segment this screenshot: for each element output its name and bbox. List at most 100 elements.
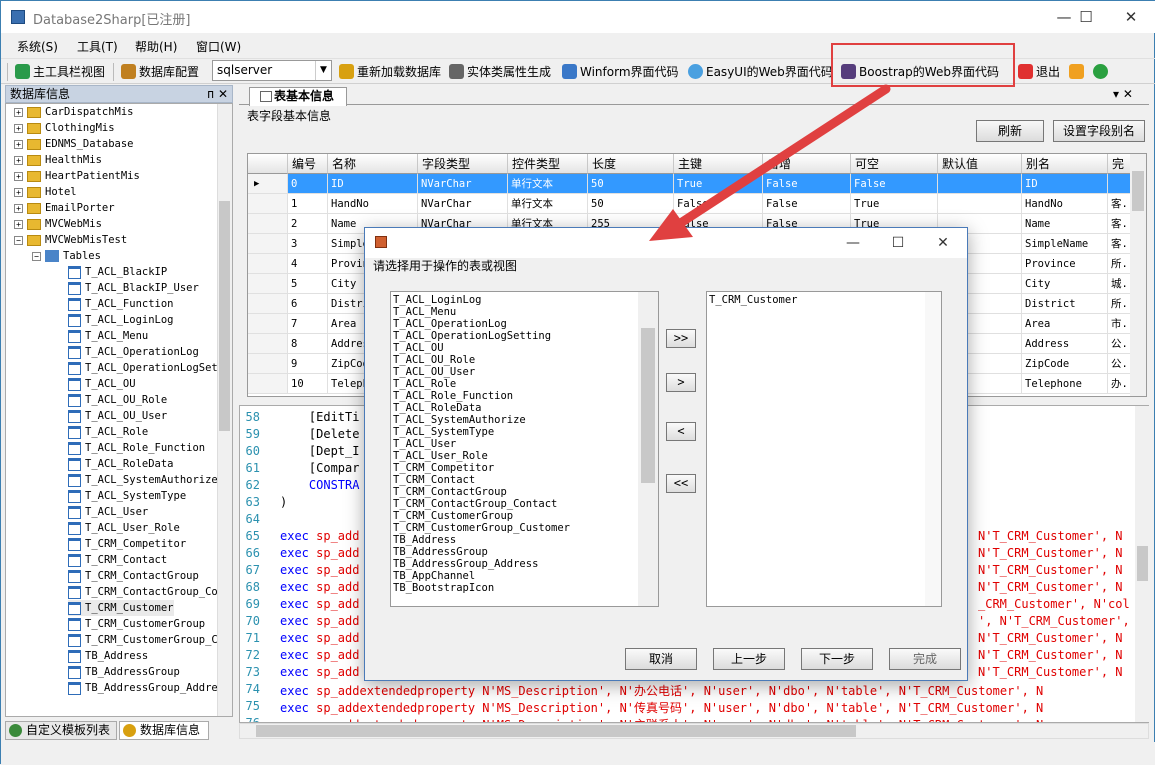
grid-cell[interactable]: Address — [1022, 334, 1108, 354]
list-item[interactable]: TB_AppChannel — [393, 570, 475, 582]
list-item[interactable]: T_CRM_Customer — [709, 294, 798, 306]
tree-table-node[interactable]: T_ACL_Role — [68, 424, 148, 440]
grid-column-header[interactable]: 主键 — [674, 154, 763, 174]
tree-db-node[interactable]: + Hotel — [14, 184, 77, 200]
dialog-close-button[interactable]: ✕ — [923, 232, 963, 254]
menu-tools[interactable]: 工具(T) — [77, 38, 118, 55]
dialog-minimize-button[interactable]: — — [833, 232, 873, 254]
move-right-button[interactable]: > — [666, 373, 696, 392]
list-item[interactable]: T_ACL_Role_Function — [393, 390, 513, 402]
grid-cell[interactable]: District — [1022, 294, 1108, 314]
grid-cell[interactable]: Telephone — [1022, 374, 1108, 394]
grid-cell[interactable]: False — [674, 194, 763, 214]
selected-tables-list[interactable]: T_CRM_Customer — [706, 291, 942, 607]
grid-row-header[interactable] — [248, 274, 288, 294]
grid-cell[interactable]: 5 — [288, 274, 328, 294]
list-item[interactable]: T_ACL_LoginLog — [393, 294, 482, 306]
grid-column-header[interactable]: 默认值 — [938, 154, 1022, 174]
tree-table-node[interactable]: T_ACL_BlackIP — [68, 264, 167, 280]
list-item[interactable]: T_CRM_CustomerGroup_Customer — [393, 522, 570, 534]
tree-table-node[interactable]: T_ACL_OU_Role — [68, 392, 167, 408]
list-item[interactable]: T_ACL_OU_Role — [393, 354, 475, 366]
panel-close-icon[interactable]: ✕ — [218, 86, 228, 102]
list-item[interactable]: T_ACL_SystemAuthorize — [393, 414, 526, 426]
grid-column-header[interactable]: 编号 — [288, 154, 328, 174]
grid-column-header[interactable]: 名称 — [328, 154, 418, 174]
tree-db-node[interactable]: + EDNMS_Database — [14, 136, 134, 152]
tree-table-node[interactable]: T_ACL_Role_Function — [68, 440, 205, 456]
tab-database-info[interactable]: 数据库信息 — [119, 721, 209, 740]
finish-button[interactable]: 完成 — [889, 648, 961, 670]
tree-db-node[interactable]: − MVCWebMisTest — [14, 232, 127, 248]
grid-cell[interactable]: NVarChar — [418, 194, 508, 214]
grid-cell[interactable]: HandNo — [1022, 194, 1108, 214]
list-item[interactable]: T_ACL_OperationLogSetting — [393, 330, 551, 342]
grid-cell[interactable] — [938, 174, 1022, 194]
list-item[interactable]: TB_AddressGroup — [393, 546, 488, 558]
grid-column-header[interactable]: 长度 — [588, 154, 674, 174]
list-item[interactable]: TB_Address — [393, 534, 456, 546]
tree-table-node[interactable]: T_ACL_OU — [68, 376, 136, 392]
db-type-select[interactable]: sqlserver ▼ — [212, 60, 332, 81]
menu-help[interactable]: 帮助(H) — [135, 38, 177, 55]
grid-row-header[interactable] — [248, 354, 288, 374]
grid-row-header[interactable] — [248, 294, 288, 314]
expander-icon[interactable]: + — [14, 107, 23, 117]
list-item[interactable]: T_CRM_CustomerGroup — [393, 510, 513, 522]
expander-icon[interactable]: − — [32, 251, 41, 261]
tree-scrollbar-thumb[interactable] — [219, 201, 230, 431]
tree-table-node[interactable]: T_ACL_BlackIP_User — [68, 280, 199, 296]
grid-row-header[interactable] — [248, 374, 288, 394]
list-item[interactable]: T_ACL_Menu — [393, 306, 456, 318]
tree-table-node[interactable]: T_ACL_RoleData — [68, 456, 174, 472]
grid-cell[interactable]: 50 — [588, 194, 674, 214]
grid-cell[interactable]: 50 — [588, 174, 674, 194]
list-item[interactable]: T_CRM_Competitor — [393, 462, 494, 474]
grid-cell[interactable]: 1 — [288, 194, 328, 214]
grid-cell[interactable]: ID — [1022, 174, 1108, 194]
tab-custom-templates[interactable]: 自定义模板列表 — [5, 721, 117, 740]
expander-icon[interactable]: − — [14, 235, 23, 245]
tree-table-node[interactable]: T_ACL_OperationLog — [68, 344, 199, 360]
grid-cell[interactable]: 0 — [288, 174, 328, 194]
tree-table-node[interactable]: T_ACL_User — [68, 504, 148, 520]
available-tables-list[interactable]: T_ACL_LoginLog T_ACL_Menu T_ACL_OperationL… — [390, 291, 659, 607]
home-button[interactable] — [1069, 62, 1085, 82]
grid-cell[interactable]: City — [1022, 274, 1108, 294]
expander-icon[interactable]: + — [14, 155, 23, 165]
grid-row-header[interactable] — [248, 234, 288, 254]
code-vscrollbar-thumb[interactable] — [1137, 546, 1148, 581]
maximize-button[interactable]: ☐ — [1063, 1, 1109, 33]
tree-table-node[interactable]: T_CRM_ContactGroup_Co — [68, 584, 218, 600]
grid-cell[interactable]: True — [851, 194, 938, 214]
tree-table-node[interactable]: TB_AddressGroup — [68, 664, 180, 680]
tree-table-node[interactable]: TB_AddressGroup_Addre — [68, 680, 218, 696]
cancel-button[interactable]: 取消 — [625, 648, 697, 670]
db-config-button[interactable]: 数据库配置 — [121, 62, 199, 82]
list-item[interactable]: T_ACL_OU_User — [393, 366, 475, 378]
expander-icon[interactable]: + — [14, 171, 23, 181]
move-left-button[interactable]: < — [666, 422, 696, 441]
entity-gen-button[interactable]: 实体类属性生成 — [449, 62, 551, 82]
tree-table-node[interactable]: T_ACL_Function — [68, 296, 174, 312]
expander-icon[interactable]: + — [14, 123, 23, 133]
list-item[interactable]: T_ACL_SystemType — [393, 426, 494, 438]
grid-cell[interactable]: 6 — [288, 294, 328, 314]
expander-icon[interactable]: + — [14, 203, 23, 213]
tree-db-node[interactable]: + ClothingMis — [14, 120, 115, 136]
prev-step-button[interactable]: 上一步 — [713, 648, 785, 670]
close-button[interactable]: ✕ — [1108, 1, 1154, 33]
tree-tables-node[interactable]: − Tables — [32, 248, 101, 264]
tree-table-node[interactable]: T_ACL_OperationLogSet — [68, 360, 218, 376]
grid-column-header[interactable]: 别名 — [1022, 154, 1108, 174]
list-item[interactable]: T_CRM_Contact — [393, 474, 475, 486]
list-item[interactable]: T_ACL_Role — [393, 378, 456, 390]
reload-db-button[interactable]: 重新加载数据库 — [339, 62, 441, 82]
tree-table-node[interactable]: T_CRM_Competitor — [68, 536, 186, 552]
grid-cell[interactable]: 2 — [288, 214, 328, 234]
tree-table-node[interactable]: T_ACL_LoginLog — [68, 312, 174, 328]
grid-cell[interactable]: True — [674, 174, 763, 194]
list-item[interactable]: T_ACL_User_Role — [393, 450, 488, 462]
grid-cell[interactable]: 7 — [288, 314, 328, 334]
grid-column-header[interactable]: 可空 — [851, 154, 938, 174]
